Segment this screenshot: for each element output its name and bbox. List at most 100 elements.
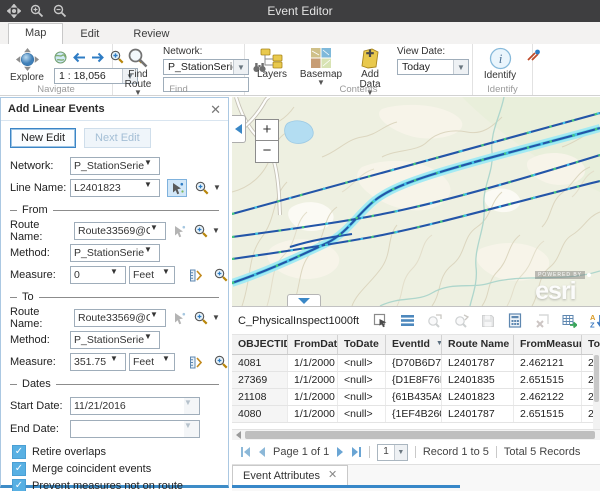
column-header-fromdate[interactable]: FromDate <box>288 335 338 354</box>
to-unit-combobox[interactable]: Feet ▼ <box>129 353 175 371</box>
zoom-out-tool-icon[interactable] <box>53 4 67 18</box>
from-unit-combobox[interactable]: Feet ▼ <box>129 266 175 284</box>
first-page-button[interactable] <box>240 447 251 457</box>
chevron-down-icon[interactable]: ▼ <box>144 245 159 261</box>
checkbox-row[interactable]: ✓Merge coincident events <box>12 461 219 476</box>
column-header-route-name[interactable]: Route Name <box>442 335 514 354</box>
line-name-combobox[interactable]: L2401823 ▼ <box>70 179 160 197</box>
chevron-down-icon[interactable]: ▼ <box>184 398 199 414</box>
last-page-button[interactable] <box>351 447 362 457</box>
start-date-input[interactable]: 11/21/2016 ▼ <box>70 397 200 415</box>
explore-button[interactable]: Explore <box>5 46 49 84</box>
chevron-down-icon[interactable]: ▼ <box>213 185 221 191</box>
forward-extent-icon[interactable] <box>91 52 105 63</box>
checkbox-row[interactable]: ✓Prevent measures not on route <box>12 478 219 491</box>
chevron-down-icon[interactable]: ▼ <box>150 223 165 239</box>
pan-to-selection-icon[interactable] <box>453 313 469 329</box>
column-header-eventid[interactable]: EventId▼ <box>386 335 442 354</box>
from-method-combobox[interactable]: P_StationSeries ▼ <box>70 244 160 262</box>
scroll-left-icon[interactable] <box>236 431 241 439</box>
zoom-to-to-route-button[interactable]: ▼ <box>194 311 220 325</box>
from-route-name-combobox[interactable]: Route33569@Cent ▼ <box>74 222 166 240</box>
network-combobox[interactable]: P_StationSeries ▼ <box>70 157 160 175</box>
map-view[interactable]: + − POWERED BY esri <box>232 97 600 307</box>
table-row[interactable]: 40801/1/2000<null>{1EF4B260-F0L24017872.… <box>232 406 600 423</box>
column-header-frommeasure[interactable]: FromMeasure <box>514 335 582 354</box>
chevron-down-icon[interactable]: ▼ <box>110 267 125 283</box>
chevron-down-icon[interactable]: ▼ <box>144 332 159 348</box>
column-header-todate[interactable]: ToDate <box>338 335 386 354</box>
checkbox-row[interactable]: ✓Retire overlaps <box>12 444 219 459</box>
ribbon-network-combobox[interactable]: P_StationSeries ▼ <box>163 59 249 75</box>
to-route-name-combobox[interactable]: Route33569@Cent ▼ <box>74 309 166 327</box>
zoom-to-to-measure-button[interactable] <box>214 355 228 369</box>
table-row[interactable]: 211081/1/2000<null>{61B435A8-32L24018232… <box>232 389 600 406</box>
next-edit-button[interactable]: Next Edit <box>84 128 151 148</box>
next-page-button[interactable] <box>336 447 344 457</box>
tab-map[interactable]: Map <box>8 23 63 44</box>
scrollbar-thumb[interactable] <box>245 431 595 439</box>
checkbox-checked-icon[interactable]: ✓ <box>12 462 26 476</box>
view-date-combobox[interactable]: Today ▼ <box>397 59 469 75</box>
checkbox-checked-icon[interactable]: ✓ <box>12 479 26 491</box>
tab-edit[interactable]: Edit <box>63 24 116 44</box>
basemap-button[interactable]: Basemap ▼ <box>299 46 343 87</box>
back-extent-icon[interactable] <box>72 52 86 63</box>
to-measure-combobox[interactable]: 351.75 ▼ <box>70 353 126 371</box>
pick-to-measure-on-map-button[interactable] <box>185 353 205 371</box>
chevron-down-icon[interactable]: ▼ <box>144 158 159 174</box>
table-horizontal-scrollbar[interactable] <box>232 429 600 440</box>
table-vertical-scrollbar[interactable] <box>593 354 600 430</box>
chevron-down-icon[interactable]: ▼ <box>394 445 407 460</box>
identify-button[interactable]: i Identify <box>478 46 522 82</box>
chevron-down-icon[interactable]: ▼ <box>212 228 220 234</box>
collapse-table-button[interactable] <box>287 294 321 306</box>
tab-event-attributes[interactable]: Event Attributes ✕ <box>232 465 348 485</box>
page-number-combobox[interactable]: 1▼ <box>377 444 408 461</box>
chevron-down-icon[interactable]: ▼ <box>144 180 159 196</box>
save-edits-icon[interactable] <box>480 313 496 329</box>
column-header-tomea[interactable]: ToMea <box>582 335 600 354</box>
layers-button[interactable]: Layers <box>250 46 294 81</box>
field-calculator-icon[interactable] <box>507 313 523 329</box>
append-records-icon[interactable] <box>561 313 577 329</box>
checkbox-checked-icon[interactable]: ✓ <box>12 445 26 459</box>
chevron-down-icon[interactable]: ▼ <box>150 310 165 326</box>
new-edit-button[interactable]: New Edit <box>10 128 76 148</box>
end-date-input[interactable]: ▼ <box>70 420 200 438</box>
select-records-icon[interactable] <box>372 313 388 329</box>
select-from-route-on-map-button[interactable] <box>169 222 189 240</box>
column-header-objectid[interactable]: OBJECTID <box>232 335 288 354</box>
zoom-in-tool-icon[interactable] <box>30 4 44 18</box>
to-method-combobox[interactable]: P_StationSeries ▼ <box>70 331 160 349</box>
map-zoom-out-button[interactable]: − <box>255 141 279 163</box>
chevron-down-icon[interactable]: ▼ <box>162 354 174 370</box>
show-selection-icon[interactable] <box>399 313 415 329</box>
pan-tool-icon[interactable] <box>7 4 21 18</box>
table-row[interactable]: 40811/1/2000<null>{D70B6D72-3L24017872.4… <box>232 355 600 372</box>
identify-route-location-icon[interactable] <box>527 49 541 62</box>
table-row[interactable]: 273691/1/2000<null>{D1E8F76D-FL24018352.… <box>232 372 600 389</box>
chevron-down-icon[interactable]: ▼ <box>110 354 125 370</box>
zoom-to-from-measure-button[interactable] <box>214 268 228 282</box>
close-icon[interactable]: ✕ <box>328 470 337 480</box>
chevron-down-icon[interactable]: ▼ <box>453 60 468 74</box>
zoom-to-line-button[interactable]: ▼ <box>195 181 221 195</box>
zoom-to-selection-icon[interactable] <box>426 313 442 329</box>
previous-page-button[interactable] <box>258 447 266 457</box>
full-extent-icon[interactable] <box>54 51 67 64</box>
delete-records-icon[interactable] <box>534 313 550 329</box>
chevron-down-icon[interactable]: ▼ <box>212 315 220 321</box>
from-measure-combobox[interactable]: 0 ▼ <box>70 266 126 284</box>
pick-from-measure-on-map-button[interactable] <box>185 266 205 284</box>
select-to-route-on-map-button[interactable] <box>169 309 189 327</box>
select-line-on-map-button[interactable] <box>167 179 187 197</box>
zoom-to-from-route-button[interactable]: ▼ <box>194 224 220 238</box>
map-zoom-in-button[interactable]: + <box>255 119 279 141</box>
chevron-down-icon[interactable]: ▼ <box>162 267 174 283</box>
collapse-panel-left-button[interactable] <box>232 115 246 143</box>
sort-icon[interactable]: AZ <box>588 313 600 329</box>
close-icon[interactable]: ✕ <box>210 103 221 116</box>
tab-review[interactable]: Review <box>116 24 186 44</box>
chevron-down-icon[interactable]: ▼ <box>184 421 199 437</box>
